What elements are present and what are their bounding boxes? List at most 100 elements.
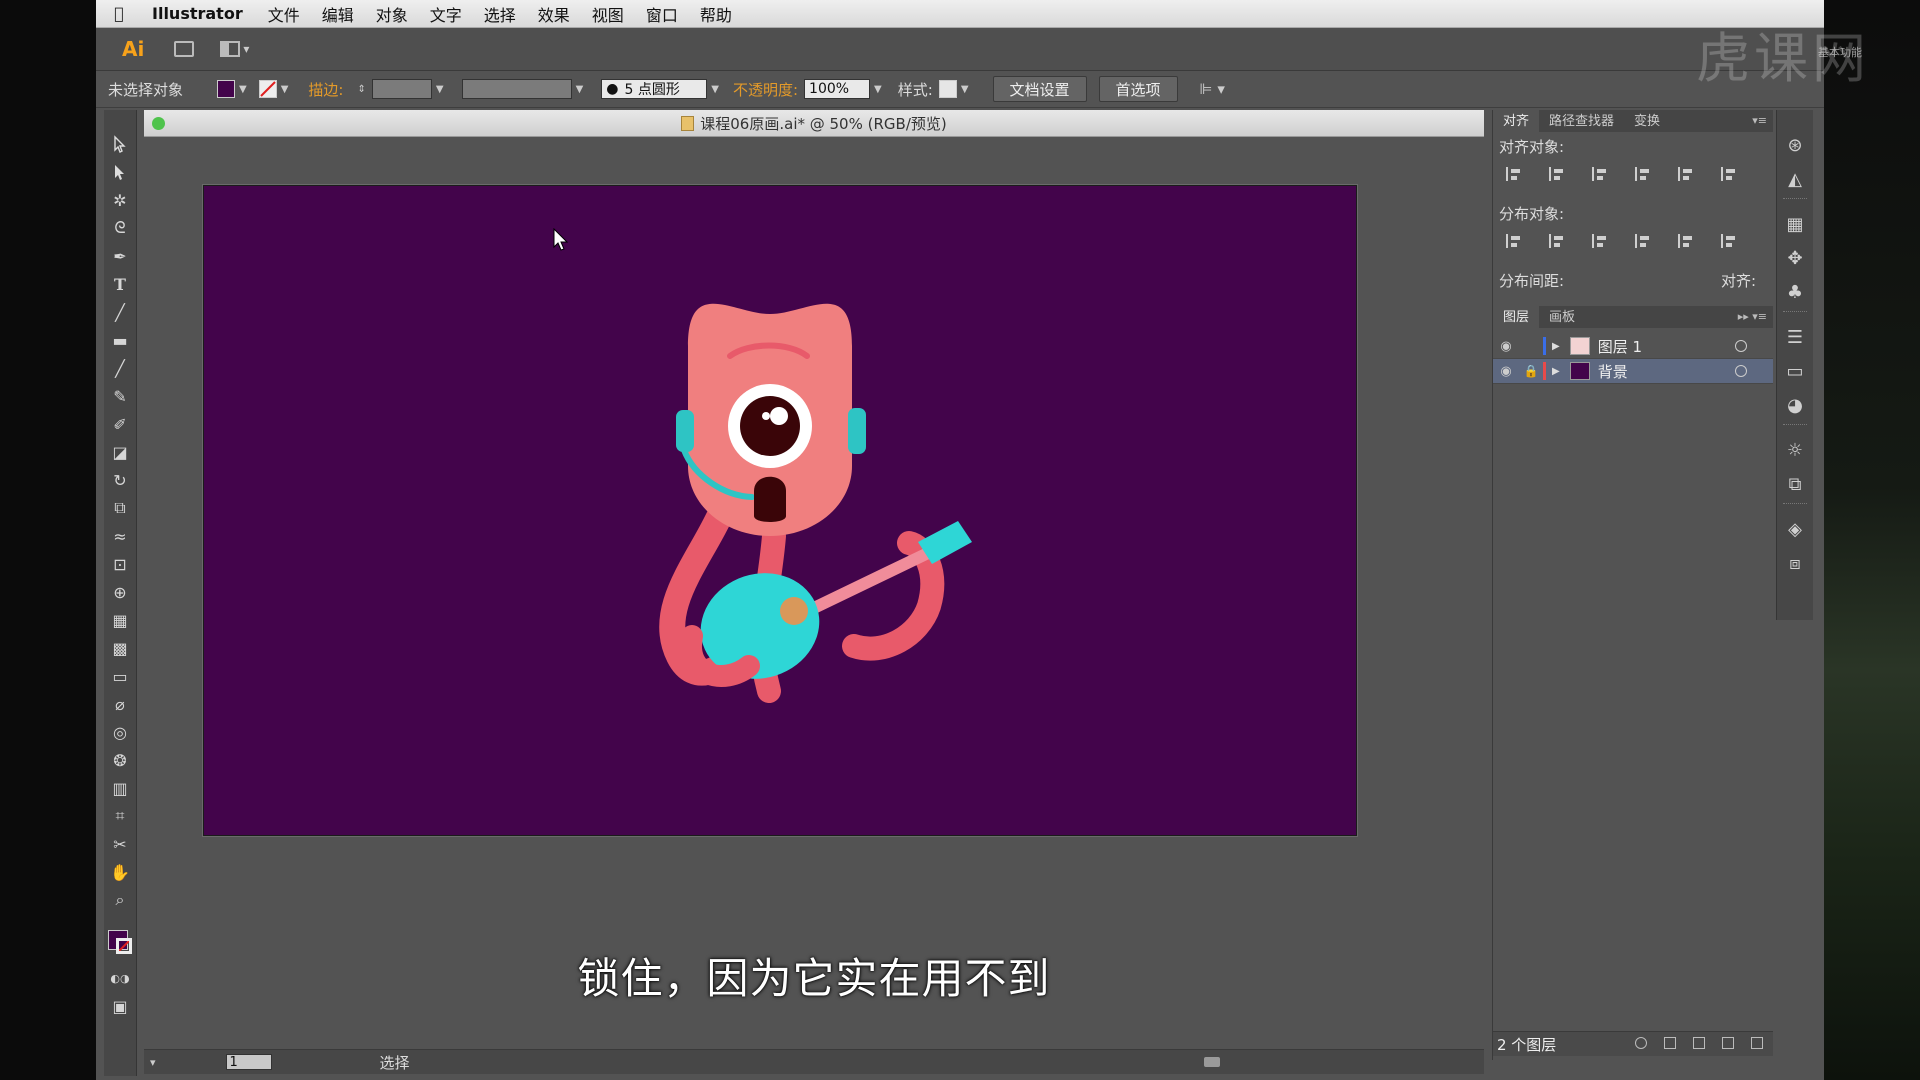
visibility-eye-icon[interactable]: ◉ bbox=[1493, 364, 1519, 379]
distribute-bottom-icon[interactable] bbox=[1589, 231, 1611, 251]
paintbrush-tool-icon[interactable]: ╱ bbox=[104, 354, 136, 382]
transparency-panel-icon[interactable]: ◕ bbox=[1777, 388, 1813, 422]
chevron-down-icon[interactable]: ▼ bbox=[874, 84, 882, 95]
bridge-button[interactable] bbox=[174, 41, 195, 57]
menu-edit[interactable]: 编辑 bbox=[311, 2, 365, 26]
chevron-down-icon[interactable]: ▼ bbox=[281, 84, 289, 95]
document-setup-button[interactable]: 文档设置 bbox=[992, 76, 1087, 102]
width-tool-icon[interactable]: ≈ bbox=[104, 522, 136, 550]
visibility-eye-icon[interactable]: ◉ bbox=[1493, 339, 1519, 354]
tab-layers[interactable]: 图层 bbox=[1493, 304, 1540, 328]
distribute-top-icon[interactable] bbox=[1503, 231, 1525, 251]
lasso-tool-icon[interactable]: ᘓ bbox=[104, 214, 136, 242]
menu-app-name[interactable]: Illustrator bbox=[142, 4, 257, 23]
selection-tool-icon[interactable] bbox=[104, 130, 136, 158]
layers-panel-icon[interactable]: ◈ bbox=[1777, 512, 1813, 546]
chevron-down-icon[interactable]: ▼ bbox=[711, 84, 719, 95]
color-guide-icon[interactable]: ⊛ bbox=[1777, 128, 1813, 162]
artboard-number-field[interactable]: 1 bbox=[225, 1054, 272, 1070]
window-zoom-button[interactable] bbox=[152, 117, 165, 130]
symbol-sprayer-tool-icon[interactable]: ❂ bbox=[104, 746, 136, 774]
menu-help[interactable]: 帮助 bbox=[689, 2, 743, 26]
pen-tool-icon[interactable]: ✒ bbox=[104, 242, 136, 270]
stroke-stepper[interactable]: ⇕ bbox=[357, 84, 365, 95]
expand-triangle-icon[interactable]: ▶ bbox=[1552, 366, 1560, 377]
appearance-panel-icon[interactable]: ☼ bbox=[1777, 433, 1813, 467]
align-left-icon[interactable] bbox=[1503, 164, 1525, 184]
zoom-dropdown-icon[interactable]: ▾ bbox=[150, 1056, 156, 1069]
free-transform-tool-icon[interactable]: ⊡ bbox=[104, 550, 136, 578]
tab-transform[interactable]: 变换 bbox=[1624, 108, 1670, 132]
eraser-tool-icon[interactable]: ◪ bbox=[104, 438, 136, 466]
artboards-panel-icon[interactable]: ⧈ bbox=[1777, 546, 1813, 580]
align-h-center-icon[interactable] bbox=[1546, 164, 1568, 184]
menu-object[interactable]: 对象 bbox=[365, 2, 419, 26]
align-bottom-icon[interactable] bbox=[1718, 164, 1740, 184]
align-v-center-icon[interactable] bbox=[1675, 164, 1697, 184]
stroke-color-icon[interactable] bbox=[116, 938, 132, 954]
scrollbar-thumb[interactable] bbox=[1204, 1057, 1220, 1067]
blob-brush-tool-icon[interactable]: ✐ bbox=[104, 410, 136, 438]
brushes-icon[interactable]: ✥ bbox=[1777, 241, 1813, 275]
artboard[interactable] bbox=[203, 185, 1357, 836]
scale-tool-icon[interactable]: ⧉ bbox=[104, 494, 136, 522]
tab-artboards[interactable]: 画板 bbox=[1539, 304, 1585, 328]
preferences-button[interactable]: 首选项 bbox=[1098, 76, 1178, 102]
canvas-area[interactable] bbox=[144, 137, 1484, 1041]
graphic-styles-icon[interactable]: ⧉ bbox=[1777, 467, 1813, 501]
new-sublayer-icon[interactable] bbox=[1693, 1037, 1705, 1049]
clipping-mask-icon[interactable] bbox=[1664, 1037, 1676, 1049]
blend-tool-icon[interactable]: ◎ bbox=[104, 718, 136, 746]
stroke-weight-field[interactable] bbox=[371, 79, 432, 99]
distribute-h-center-icon[interactable] bbox=[1675, 231, 1697, 251]
swatches-icon[interactable]: ▦ bbox=[1777, 207, 1813, 241]
zoom-tool-icon[interactable]: ⌕ bbox=[104, 886, 136, 914]
menu-view[interactable]: 视图 bbox=[581, 2, 635, 26]
fill-swatch[interactable] bbox=[217, 80, 236, 98]
layer-target-icon[interactable] bbox=[1735, 340, 1747, 352]
lock-icon[interactable]: 🔒 bbox=[1519, 364, 1543, 378]
align-top-icon[interactable] bbox=[1632, 164, 1654, 184]
style-swatch[interactable] bbox=[938, 80, 957, 98]
slice-tool-icon[interactable]: ✂ bbox=[104, 830, 136, 858]
perspective-grid-tool-icon[interactable]: ▦ bbox=[104, 606, 136, 634]
opacity-label[interactable]: 不透明度: bbox=[733, 79, 798, 100]
arrange-icon[interactable]: ⊫ ▾ bbox=[1200, 80, 1225, 98]
line-tool-icon[interactable]: ╱ bbox=[104, 298, 136, 326]
layer-name[interactable]: 背景 bbox=[1598, 361, 1628, 382]
column-graph-tool-icon[interactable]: ▥ bbox=[104, 774, 136, 802]
artboard-tool-icon[interactable]: ⌗ bbox=[104, 802, 136, 830]
expand-triangle-icon[interactable]: ▶ bbox=[1552, 341, 1560, 352]
stroke-label[interactable]: 描边: bbox=[308, 79, 343, 100]
screen-mode-icon[interactable]: ▣ bbox=[104, 992, 136, 1020]
layer-target-icon[interactable] bbox=[1735, 365, 1747, 377]
chevron-down-icon[interactable]: ▼ bbox=[239, 84, 247, 95]
layer-name[interactable]: 图层 1 bbox=[1598, 336, 1642, 357]
gradient-panel-icon[interactable]: ▭ bbox=[1777, 354, 1813, 388]
new-layer-icon[interactable] bbox=[1722, 1037, 1734, 1049]
drawing-mode-icon[interactable]: ◐◑ bbox=[104, 964, 136, 992]
menu-select[interactable]: 选择 bbox=[473, 2, 527, 26]
distribute-left-icon[interactable] bbox=[1632, 231, 1654, 251]
chevron-down-icon[interactable]: ▼ bbox=[961, 84, 969, 95]
delete-layer-icon[interactable] bbox=[1751, 1037, 1763, 1049]
menu-effect[interactable]: 效果 bbox=[527, 2, 581, 26]
panel-menu-icon[interactable]: ▾≡ bbox=[1752, 114, 1767, 127]
variable-width-field[interactable] bbox=[461, 79, 572, 99]
workspace-switcher[interactable]: 基本功能 bbox=[1818, 44, 1862, 60]
fill-stroke-widget[interactable] bbox=[104, 920, 136, 964]
monster-illustration[interactable] bbox=[204, 186, 1356, 835]
distribute-right-icon[interactable] bbox=[1718, 231, 1740, 251]
pencil-tool-icon[interactable]: ✎ bbox=[104, 382, 136, 410]
menu-window[interactable]: 窗口 bbox=[635, 2, 689, 26]
chevron-down-icon[interactable]: ▼ bbox=[436, 84, 444, 95]
rotate-tool-icon[interactable]: ↻ bbox=[104, 466, 136, 494]
stroke-swatch[interactable] bbox=[258, 80, 277, 98]
symbols-icon[interactable]: ♣ bbox=[1777, 275, 1813, 309]
layer-row[interactable]: ◉ 🔒 ▶ 背景 bbox=[1493, 359, 1773, 384]
panel-menu-icon[interactable]: ▸▸ ▾≡ bbox=[1738, 310, 1767, 323]
apple-icon[interactable]:  bbox=[96, 4, 142, 23]
distribute-v-center-icon[interactable] bbox=[1546, 231, 1568, 251]
layer-row[interactable]: ◉ ▶ 图层 1 bbox=[1493, 334, 1773, 359]
hand-tool-icon[interactable]: ✋ bbox=[104, 858, 136, 886]
